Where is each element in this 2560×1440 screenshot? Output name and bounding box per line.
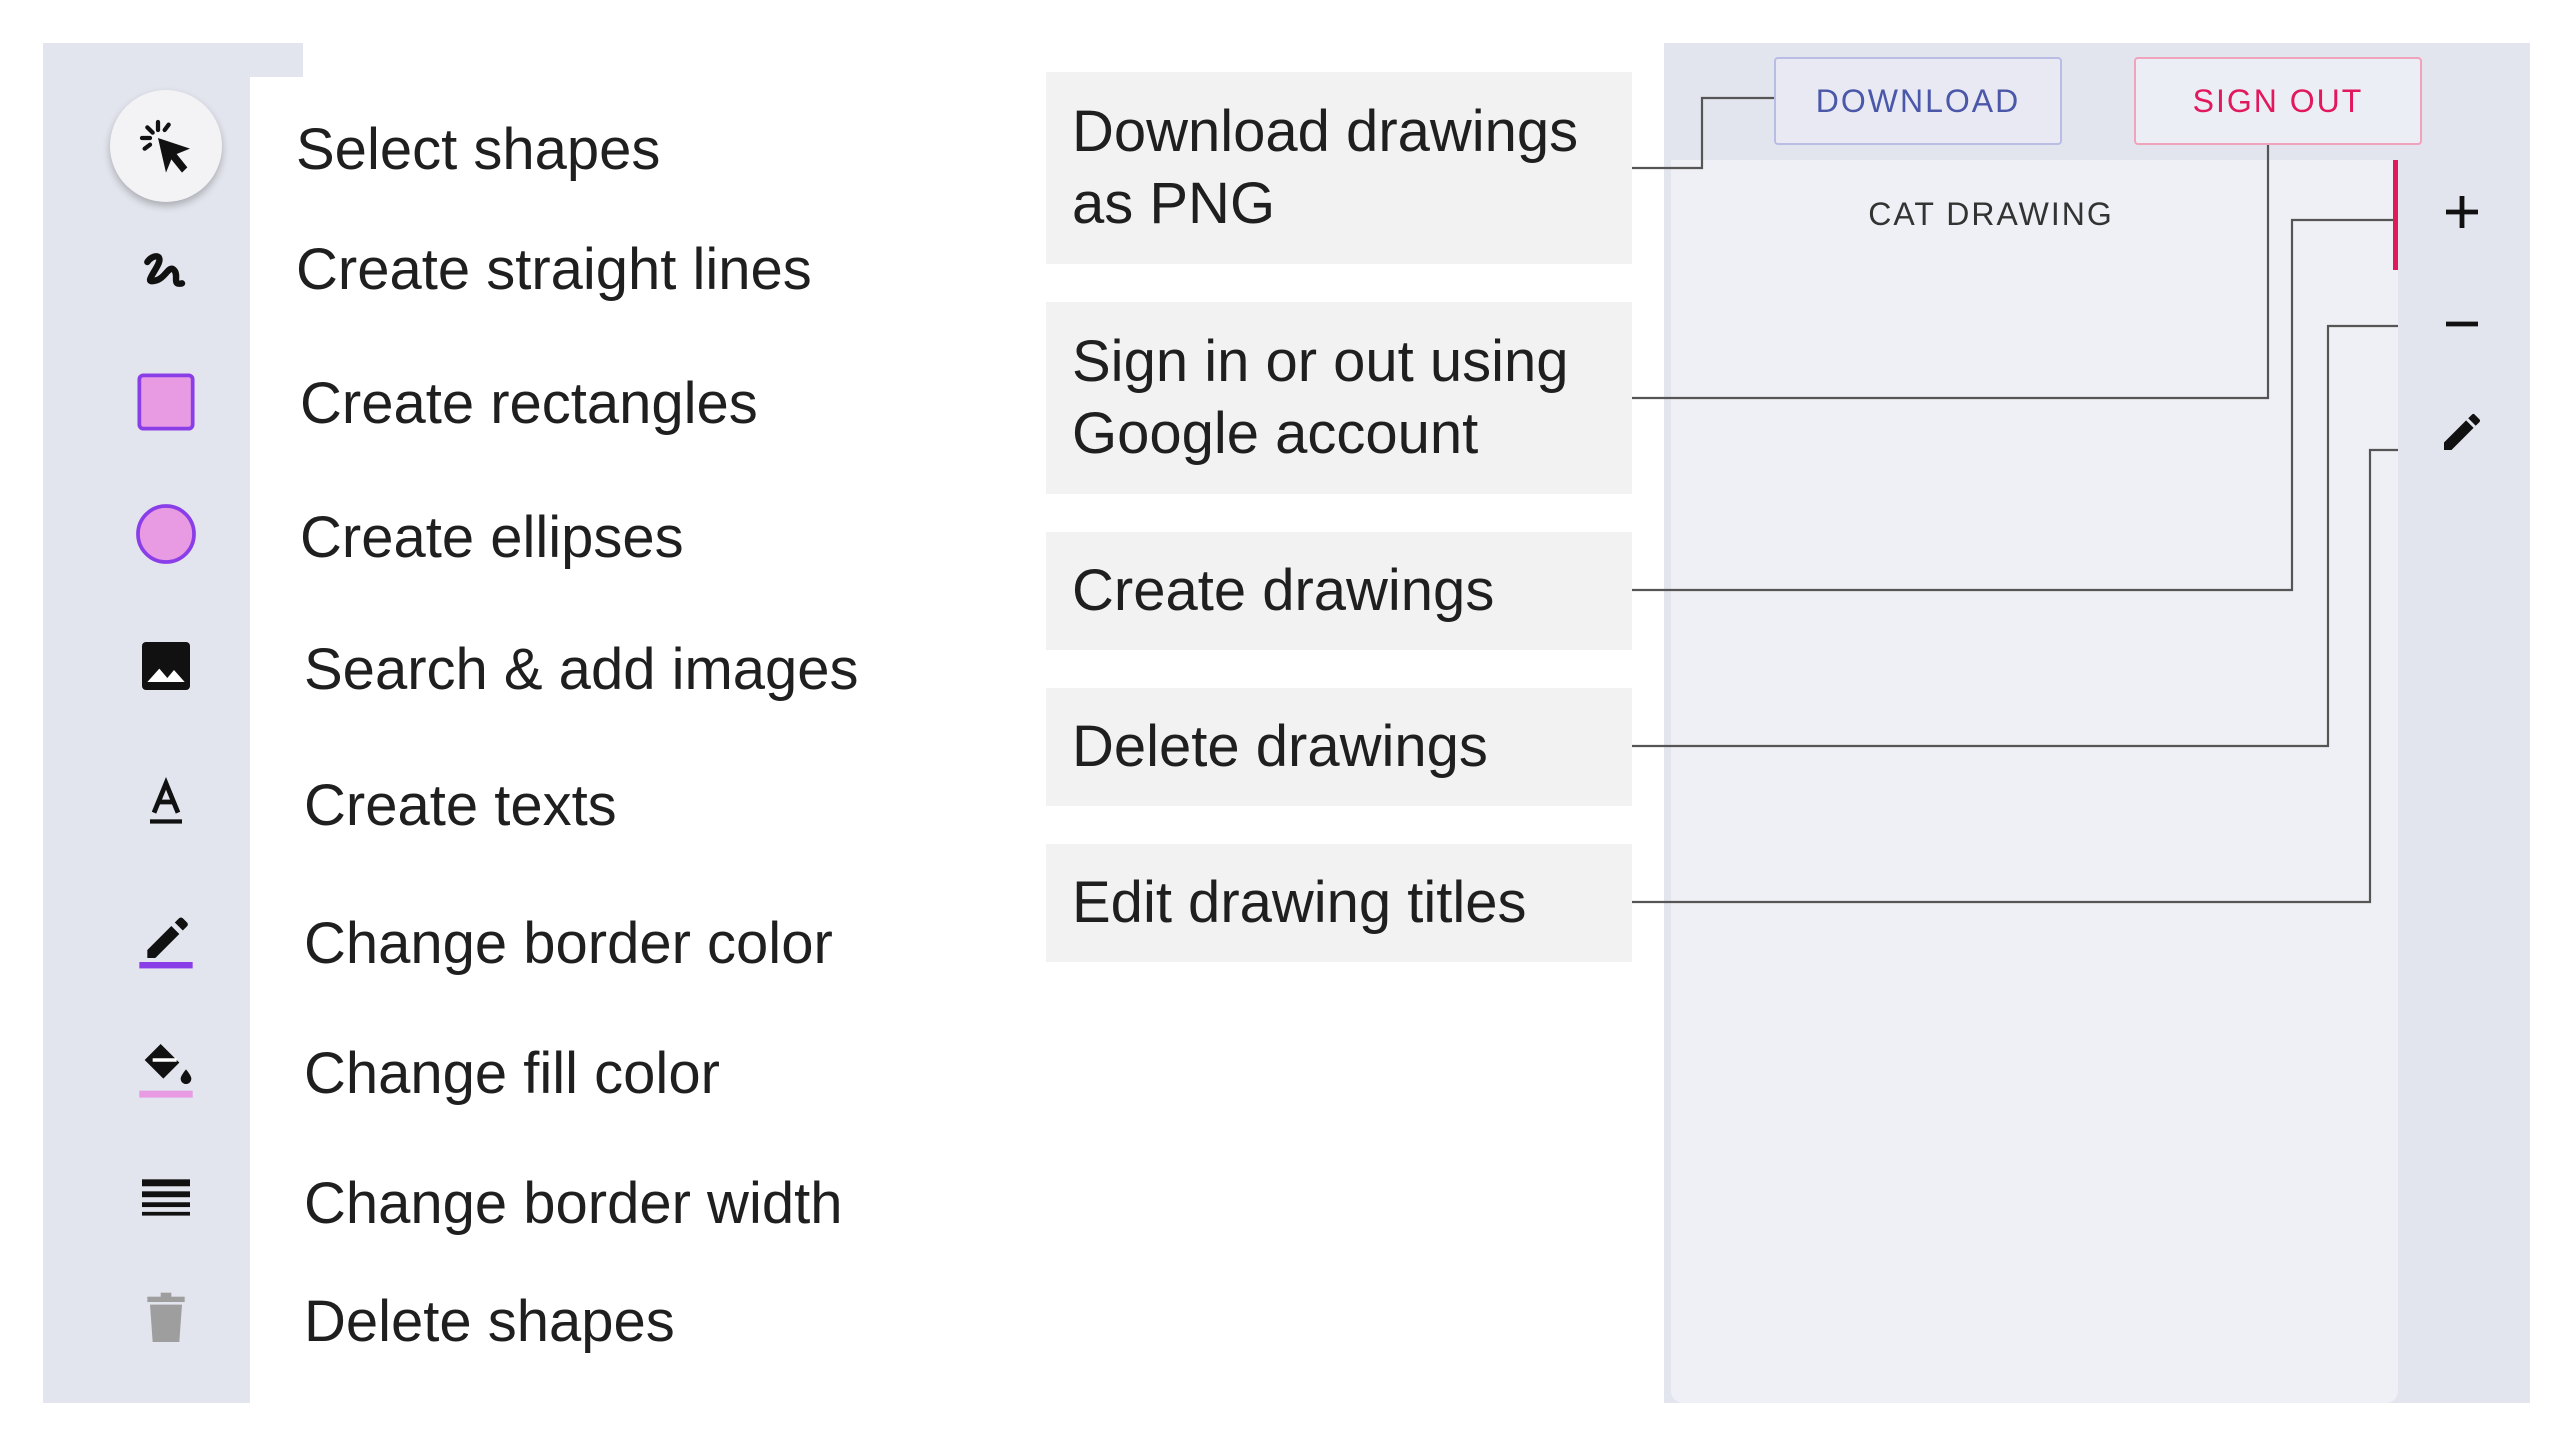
image-icon [142, 642, 190, 690]
cursor-select-icon [139, 119, 190, 173]
fill-color-icon [139, 1044, 193, 1098]
ellipse-icon [136, 504, 196, 564]
text-tool-button[interactable] [110, 746, 222, 858]
callout-signin: Sign in or out using Google account [1046, 302, 1632, 494]
tool-label-fill-color: Change fill color [304, 1041, 720, 1106]
callout-signin-line2: Google account [1072, 401, 1479, 466]
tool-label-ellipses: Create ellipses [300, 505, 684, 570]
edit-icon [2444, 413, 2480, 450]
tool-label-border-color: Change border color [304, 911, 833, 976]
ellipse-tool-button[interactable] [110, 478, 222, 590]
callout-create-text: Create drawings [1072, 558, 1495, 623]
tool-label-border-width: Change border width [304, 1171, 843, 1236]
tool-label-rectangles: Create rectangles [300, 371, 758, 436]
line-tool-button[interactable] [110, 214, 222, 326]
drawing-card[interactable] [1671, 160, 2398, 1403]
line-weight-icon [142, 1179, 190, 1216]
callout-create: Create drawings [1046, 532, 1632, 650]
callout-download-line2: as PNG [1072, 171, 1276, 236]
rectangle-icon [137, 373, 195, 431]
tool-label-select: Select shapes [296, 117, 661, 182]
fill-color-button[interactable] [110, 1012, 222, 1124]
callout-download-line1: Download drawings [1072, 99, 1579, 164]
edit-title-button[interactable] [2430, 400, 2494, 464]
border-color-icon [139, 917, 193, 969]
text-icon [150, 776, 182, 824]
trash-icon [147, 1292, 185, 1342]
drawing-title[interactable]: CAT DRAWING [1671, 196, 2311, 233]
image-tool-button[interactable] [110, 610, 222, 722]
callout-delete-text: Delete drawings [1072, 714, 1488, 779]
border-width-button[interactable] [110, 1142, 222, 1254]
download-button[interactable]: DOWNLOAD [1774, 57, 2062, 145]
callout-delete: Delete drawings [1046, 688, 1632, 806]
rail-active-indicator [2393, 160, 2398, 270]
tool-label-images: Search & add images [304, 637, 859, 702]
callout-signin-line1: Sign in or out using [1072, 329, 1569, 394]
delete-drawing-button[interactable] [2430, 292, 2494, 356]
rectangle-tool-button[interactable] [110, 346, 222, 458]
callout-download: Download drawings as PNG [1046, 72, 1632, 264]
sign-out-button[interactable]: SIGN OUT [2134, 57, 2422, 145]
select-tool-button[interactable] [110, 90, 222, 202]
callout-edit-text: Edit drawing titles [1072, 870, 1527, 935]
tool-label-lines: Create straight lines [296, 237, 812, 302]
add-icon [2446, 196, 2478, 228]
tool-label-texts: Create texts [304, 773, 617, 838]
tool-label-delete: Delete shapes [304, 1289, 675, 1354]
squiggle-line-icon [144, 253, 186, 287]
add-drawing-button[interactable] [2430, 180, 2494, 244]
callout-edit: Edit drawing titles [1046, 844, 1632, 962]
border-color-button[interactable] [110, 882, 222, 994]
delete-shapes-button[interactable] [110, 1262, 222, 1374]
remove-icon [2446, 321, 2478, 327]
